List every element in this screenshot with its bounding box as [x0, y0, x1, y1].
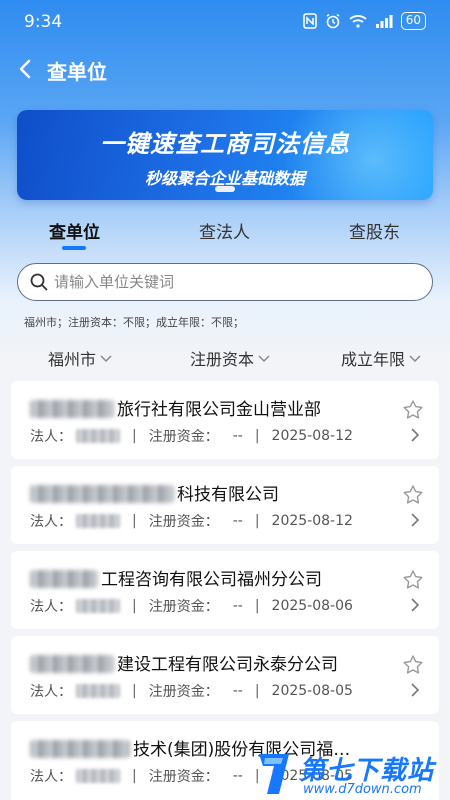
filter-capital-label: 注册资本 [190, 350, 255, 369]
redacted-name [30, 485, 174, 503]
search-type-tabs: 查单位 查法人 查股东 [0, 218, 450, 252]
company-name: 工程咨询有限公司福州分公司 [101, 570, 322, 590]
search-icon [30, 273, 48, 291]
active-tab-indicator [62, 246, 86, 250]
redacted-legal-rep [76, 429, 120, 443]
wifi-icon [349, 15, 367, 28]
redacted-name [30, 740, 130, 758]
redacted-name [30, 400, 114, 418]
registration-date: 2025-08-05 [271, 683, 353, 699]
search-box[interactable] [17, 263, 433, 301]
capital-value: -- [232, 768, 243, 784]
redacted-legal-rep [76, 599, 120, 613]
nfc-icon [302, 13, 317, 29]
tab-legal-rep[interactable]: 查法人 [199, 218, 250, 243]
legal-rep-label: 法人： [30, 684, 72, 700]
capital-label: 注册资金： [148, 769, 219, 785]
result-card[interactable]: 建设工程有限公司永泰分公司 法人： | 注册资金： -- | 2025-08-0… [11, 636, 439, 714]
status-bar: 9:34 60 [0, 0, 450, 44]
page-title: 查单位 [47, 60, 107, 84]
filter-city-label: 福州市 [48, 350, 97, 369]
registration-date: 2025-08-12 [271, 428, 353, 444]
result-card[interactable]: 工程咨询有限公司福州分公司 法人： | 注册资金： -- | 2025-08-0… [11, 551, 439, 629]
result-meta: 法人： | 注册资金： -- | 2025-08-05 [30, 681, 353, 701]
capital-label: 注册资金： [148, 429, 219, 445]
chevron-down-icon [409, 355, 421, 363]
star-icon[interactable] [402, 569, 424, 591]
legal-rep-label: 法人： [30, 514, 72, 530]
chevron-right-icon [411, 683, 420, 697]
separator: | [132, 598, 137, 614]
result-meta: 法人： | 注册资金： -- | 2025-08-06 [30, 596, 353, 616]
filter-bar: 福州市 注册资本 成立年限 [0, 344, 450, 374]
capital-label: 注册资金： [148, 684, 219, 700]
capital-label: 注册资金： [148, 514, 219, 530]
separator: | [132, 768, 137, 784]
capital-value: -- [232, 428, 243, 444]
company-name: 建设工程有限公司永泰分公司 [117, 655, 338, 675]
promo-banner[interactable]: 一键速查工商司法信息 秒级聚合企业基础数据 [17, 110, 433, 200]
status-time: 9:34 [24, 12, 63, 32]
company-name: 科技有限公司 [177, 485, 279, 505]
search-input[interactable] [54, 264, 414, 299]
tab-shareholder[interactable]: 查股东 [349, 218, 400, 243]
battery-icon: 60 [400, 12, 426, 30]
registration-date: 2025-08-12 [271, 513, 353, 529]
alarm-icon [326, 13, 340, 29]
separator: | [254, 683, 260, 699]
redacted-legal-rep [76, 769, 120, 783]
registration-date: 2025-08-06 [271, 598, 353, 614]
chevron-down-icon [258, 355, 270, 363]
capital-value: -- [232, 513, 243, 529]
capital-value: -- [232, 683, 243, 699]
result-card[interactable]: 旅行社有限公司金山营业部 法人： | 注册资金： -- | 2025-08-12 [11, 381, 439, 459]
redacted-name [30, 570, 98, 588]
banner-pagination-dot [215, 186, 235, 192]
filter-summary: 福州市；注册资本：不限；成立年限：不限； [24, 316, 244, 329]
watermark: 第七下载站 www.d7down.com [255, 748, 450, 800]
filter-founded-years[interactable]: 成立年限 [341, 346, 422, 370]
star-icon[interactable] [402, 654, 424, 676]
company-name: 旅行社有限公司金山营业部 [117, 400, 321, 420]
result-card[interactable]: 科技有限公司 法人： | 注册资金： -- | 2025-08-12 [11, 466, 439, 544]
signal-icon [375, 15, 393, 28]
d7down-logo-icon [259, 754, 289, 794]
filter-founded-years-label: 成立年限 [341, 350, 406, 369]
result-meta: 法人： | 注册资金： -- | 2025-08-12 [30, 511, 353, 531]
redacted-legal-rep [76, 684, 120, 698]
chevron-down-icon [100, 355, 112, 363]
separator: | [254, 513, 260, 529]
redacted-legal-rep [76, 514, 120, 528]
separator: | [132, 513, 137, 529]
separator: | [254, 598, 260, 614]
star-icon[interactable] [402, 484, 424, 506]
header: 查单位 [0, 50, 450, 90]
chevron-right-icon [411, 428, 420, 442]
star-icon[interactable] [402, 399, 424, 421]
separator: | [132, 683, 137, 699]
chevron-right-icon [411, 598, 420, 612]
status-icons: 60 [302, 12, 426, 30]
legal-rep-label: 法人： [30, 769, 72, 785]
chevron-right-icon [411, 513, 420, 527]
back-icon[interactable] [12, 54, 42, 84]
separator: | [132, 428, 137, 444]
result-meta: 法人： | 注册资金： -- | 2025-08-12 [30, 426, 353, 446]
separator: | [254, 428, 260, 444]
redacted-name [30, 655, 114, 673]
banner-title: 一键速查工商司法信息 [100, 130, 350, 158]
tab-company[interactable]: 查单位 [49, 218, 100, 243]
legal-rep-label: 法人： [30, 429, 72, 445]
capital-value: -- [232, 598, 243, 614]
capital-label: 注册资金： [148, 599, 219, 615]
filter-capital[interactable]: 注册资本 [190, 346, 271, 370]
watermark-url: www.d7down.com [303, 782, 422, 797]
filter-city[interactable]: 福州市 [48, 346, 113, 370]
legal-rep-label: 法人： [30, 599, 72, 615]
